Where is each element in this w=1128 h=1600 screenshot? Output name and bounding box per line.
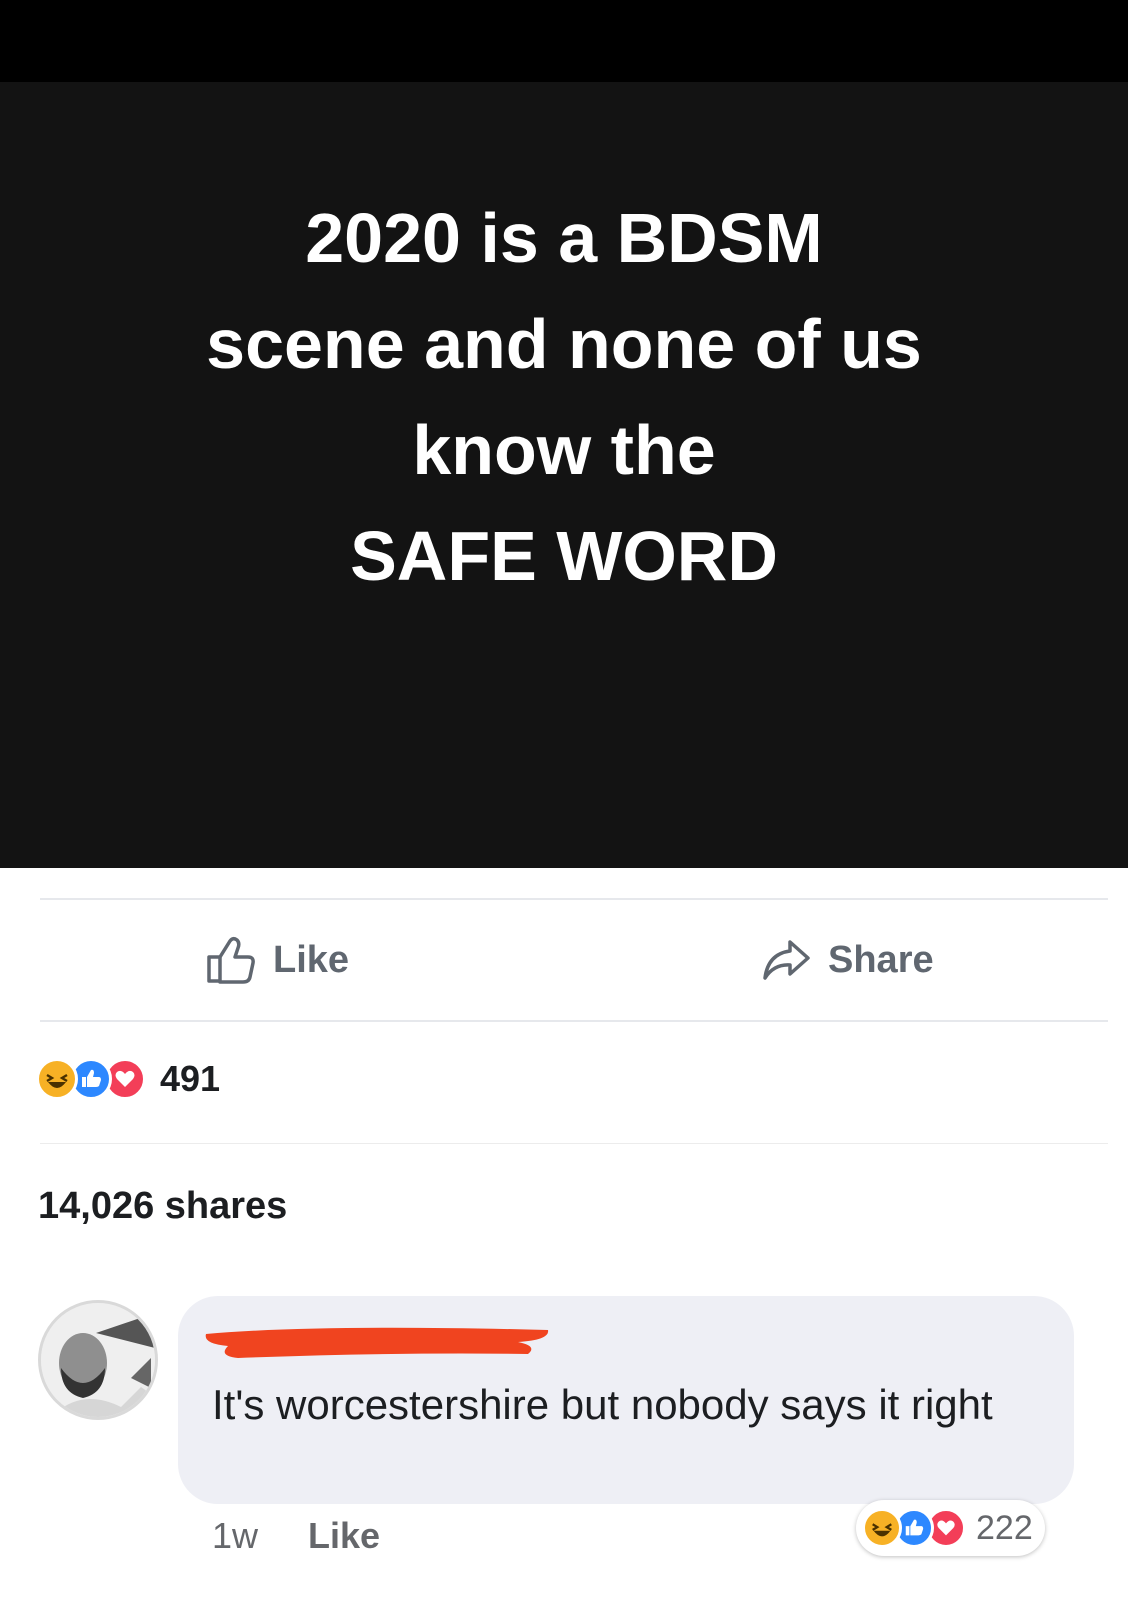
like-button[interactable]: Like bbox=[205, 930, 349, 990]
haha-reaction-icon bbox=[36, 1058, 78, 1100]
share-button[interactable]: Share bbox=[760, 930, 934, 990]
share-arrow-icon bbox=[760, 936, 812, 984]
redacted-name-scribble bbox=[205, 1327, 549, 1358]
thumbs-up-icon bbox=[205, 935, 257, 985]
comment-haha-icon bbox=[862, 1508, 902, 1548]
meme-line-3: know the bbox=[412, 411, 716, 489]
comment-reaction-summary[interactable]: 222 bbox=[856, 1500, 1045, 1556]
commenter-avatar[interactable] bbox=[38, 1300, 158, 1420]
top-black-bar bbox=[0, 0, 1128, 82]
meme-line-2: scene and none of us bbox=[206, 305, 922, 383]
divider-top bbox=[40, 898, 1108, 900]
divider-bottom bbox=[40, 1143, 1108, 1144]
comment-like-button[interactable]: Like bbox=[308, 1515, 380, 1557]
reaction-summary[interactable]: 491 bbox=[36, 1058, 220, 1100]
share-label: Share bbox=[828, 938, 934, 981]
like-label: Like bbox=[273, 938, 350, 981]
divider-middle bbox=[40, 1020, 1108, 1022]
comment-time: 1w bbox=[212, 1515, 259, 1556]
comment-text: It's worcestershire but nobody says it r… bbox=[212, 1381, 993, 1428]
meme-line-4: SAFE WORD bbox=[350, 517, 778, 595]
meme-caption: 2020 is a BDSM scene and none of us know… bbox=[0, 185, 1128, 609]
comment-reaction-count: 222 bbox=[976, 1508, 1033, 1547]
reaction-count: 491 bbox=[160, 1058, 221, 1099]
shares-count[interactable]: 14,026 shares bbox=[38, 1185, 287, 1228]
meme-line-1: 2020 is a BDSM bbox=[305, 199, 823, 277]
